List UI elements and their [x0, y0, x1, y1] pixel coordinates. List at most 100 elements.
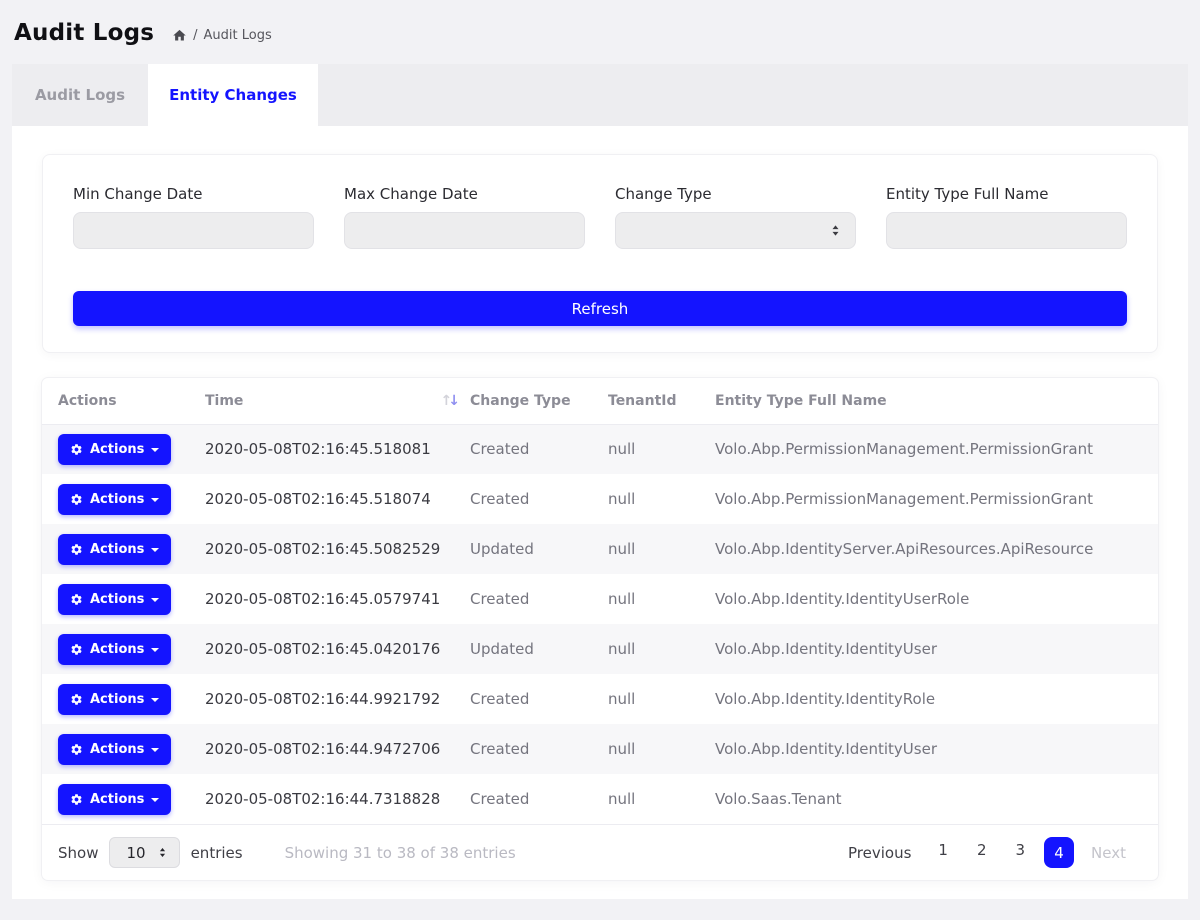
cell-tenant-id: null: [608, 524, 715, 574]
tab-audit-logs[interactable]: Audit Logs: [12, 64, 148, 126]
breadcrumb: / Audit Logs: [172, 24, 272, 43]
refresh-button[interactable]: Refresh: [73, 291, 1127, 326]
table-row: Actions 2020-05-08T02:16:45.0579741 Crea…: [42, 574, 1158, 624]
entity-type-label: Entity Type Full Name: [886, 185, 1127, 203]
up-down-arrows-icon: [156, 846, 169, 859]
tab-strip: Audit Logs Entity Changes: [12, 64, 1188, 126]
row-actions-button[interactable]: Actions: [58, 584, 171, 615]
caret-down-icon: [151, 748, 159, 752]
row-actions-button[interactable]: Actions: [58, 734, 171, 765]
caret-down-icon: [151, 498, 159, 502]
pagination-next[interactable]: Next: [1083, 840, 1134, 866]
cell-change-type: Created: [470, 424, 608, 474]
table-footer: Show 10 entries Showing 31 to 38 of 38 e…: [42, 824, 1158, 880]
cell-tenant-id: null: [608, 674, 715, 724]
page-size-group: Show 10 entries: [58, 837, 243, 868]
col-header-actions: Actions: [42, 378, 205, 424]
cell-entity-type: Volo.Saas.Tenant: [715, 774, 1158, 824]
row-actions-button[interactable]: Actions: [58, 684, 171, 715]
gear-icon: [70, 443, 83, 456]
pagination-pages: 1234: [928, 837, 1074, 868]
cell-change-type: Created: [470, 674, 608, 724]
row-actions-button[interactable]: Actions: [58, 634, 171, 665]
gear-icon: [70, 643, 83, 656]
table-row: Actions 2020-05-08T02:16:44.9472706 Crea…: [42, 724, 1158, 774]
pagination: Previous 1234 Next: [840, 837, 1134, 868]
tab-entity-changes[interactable]: Entity Changes: [148, 64, 318, 126]
entries-info: Showing 31 to 38 of 38 entries: [285, 844, 516, 862]
col-header-change-type: Change Type: [470, 378, 608, 424]
table-body: Actions 2020-05-08T02:16:45.518081 Creat…: [42, 424, 1158, 824]
show-label: Show: [58, 844, 98, 862]
row-actions-label: Actions: [90, 592, 144, 607]
sort-desc-icon: ↑↓: [441, 393, 456, 409]
page-header: Audit Logs / Audit Logs: [0, 0, 1200, 64]
cell-entity-type: Volo.Abp.Identity.IdentityUser: [715, 724, 1158, 774]
max-change-date-input[interactable]: [344, 212, 585, 249]
change-type-select[interactable]: [615, 212, 856, 249]
cell-tenant-id: null: [608, 474, 715, 524]
content-panel: Min Change Date Max Change Date Change T…: [12, 126, 1188, 899]
cell-time: 2020-05-08T02:16:45.0579741: [205, 574, 470, 624]
table-row: Actions 2020-05-08T02:16:45.5082529 Upda…: [42, 524, 1158, 574]
row-actions-label: Actions: [90, 642, 144, 657]
row-actions-label: Actions: [90, 442, 144, 457]
cell-change-type: Created: [470, 774, 608, 824]
cell-change-type: Created: [470, 574, 608, 624]
entity-type-input[interactable]: [886, 212, 1127, 249]
table-row: Actions 2020-05-08T02:16:44.7318828 Crea…: [42, 774, 1158, 824]
row-actions-label: Actions: [90, 742, 144, 757]
row-actions-button[interactable]: Actions: [58, 484, 171, 515]
cell-entity-type: Volo.Abp.Identity.IdentityRole: [715, 674, 1158, 724]
cell-time: 2020-05-08T02:16:44.7318828: [205, 774, 470, 824]
row-actions-label: Actions: [90, 492, 144, 507]
gear-icon: [70, 743, 83, 756]
cell-time: 2020-05-08T02:16:45.0420176: [205, 624, 470, 674]
filter-change-type: Change Type: [615, 185, 856, 249]
filter-entity-type: Entity Type Full Name: [886, 185, 1127, 249]
table-row: Actions 2020-05-08T02:16:45.518074 Creat…: [42, 474, 1158, 524]
pagination-previous[interactable]: Previous: [840, 840, 919, 866]
table-row: Actions 2020-05-08T02:16:44.9921792 Crea…: [42, 674, 1158, 724]
cell-change-type: Updated: [470, 624, 608, 674]
pagination-page-3[interactable]: 3: [1006, 837, 1036, 868]
cell-time: 2020-05-08T02:16:45.5082529: [205, 524, 470, 574]
row-actions-button[interactable]: Actions: [58, 534, 171, 565]
table-row: Actions 2020-05-08T02:16:45.0420176 Upda…: [42, 624, 1158, 674]
table-row: Actions 2020-05-08T02:16:45.518081 Creat…: [42, 424, 1158, 474]
entity-changes-table: Actions Time ↑↓ Change Type TenantId Ent…: [42, 378, 1158, 824]
caret-down-icon: [151, 798, 159, 802]
caret-down-icon: [151, 648, 159, 652]
cell-entity-type: Volo.Abp.PermissionManagement.Permission…: [715, 474, 1158, 524]
col-header-tenant-id: TenantId: [608, 378, 715, 424]
pagination-page-4[interactable]: 4: [1044, 837, 1074, 868]
filter-row: Min Change Date Max Change Date Change T…: [73, 185, 1127, 249]
cell-time: 2020-05-08T02:16:45.518074: [205, 474, 470, 524]
up-down-arrows-icon: [828, 223, 843, 238]
filter-card: Min Change Date Max Change Date Change T…: [42, 154, 1158, 353]
breadcrumb-current: Audit Logs: [204, 28, 272, 43]
entries-label: entries: [191, 844, 243, 862]
page-size-select[interactable]: 10: [109, 837, 179, 868]
filter-min-change-date: Min Change Date: [73, 185, 314, 249]
page-size-value: 10: [126, 844, 145, 862]
cell-time: 2020-05-08T02:16:44.9472706: [205, 724, 470, 774]
entity-changes-table-card: Actions Time ↑↓ Change Type TenantId Ent…: [42, 378, 1158, 880]
gear-icon: [70, 593, 83, 606]
col-header-time[interactable]: Time ↑↓: [205, 378, 470, 424]
caret-down-icon: [151, 598, 159, 602]
pagination-page-2[interactable]: 2: [967, 837, 997, 868]
cell-tenant-id: null: [608, 424, 715, 474]
row-actions-button[interactable]: Actions: [58, 784, 171, 815]
cell-entity-type: Volo.Abp.IdentityServer.ApiResources.Api…: [715, 524, 1158, 574]
cell-entity-type: Volo.Abp.PermissionManagement.Permission…: [715, 424, 1158, 474]
pagination-page-1[interactable]: 1: [928, 837, 958, 868]
min-change-date-input[interactable]: [73, 212, 314, 249]
row-actions-button[interactable]: Actions: [58, 434, 171, 465]
cell-change-type: Created: [470, 724, 608, 774]
cell-tenant-id: null: [608, 574, 715, 624]
cell-time: 2020-05-08T02:16:44.9921792: [205, 674, 470, 724]
breadcrumb-separator: /: [193, 28, 197, 43]
cell-tenant-id: null: [608, 774, 715, 824]
home-icon[interactable]: [172, 28, 187, 43]
